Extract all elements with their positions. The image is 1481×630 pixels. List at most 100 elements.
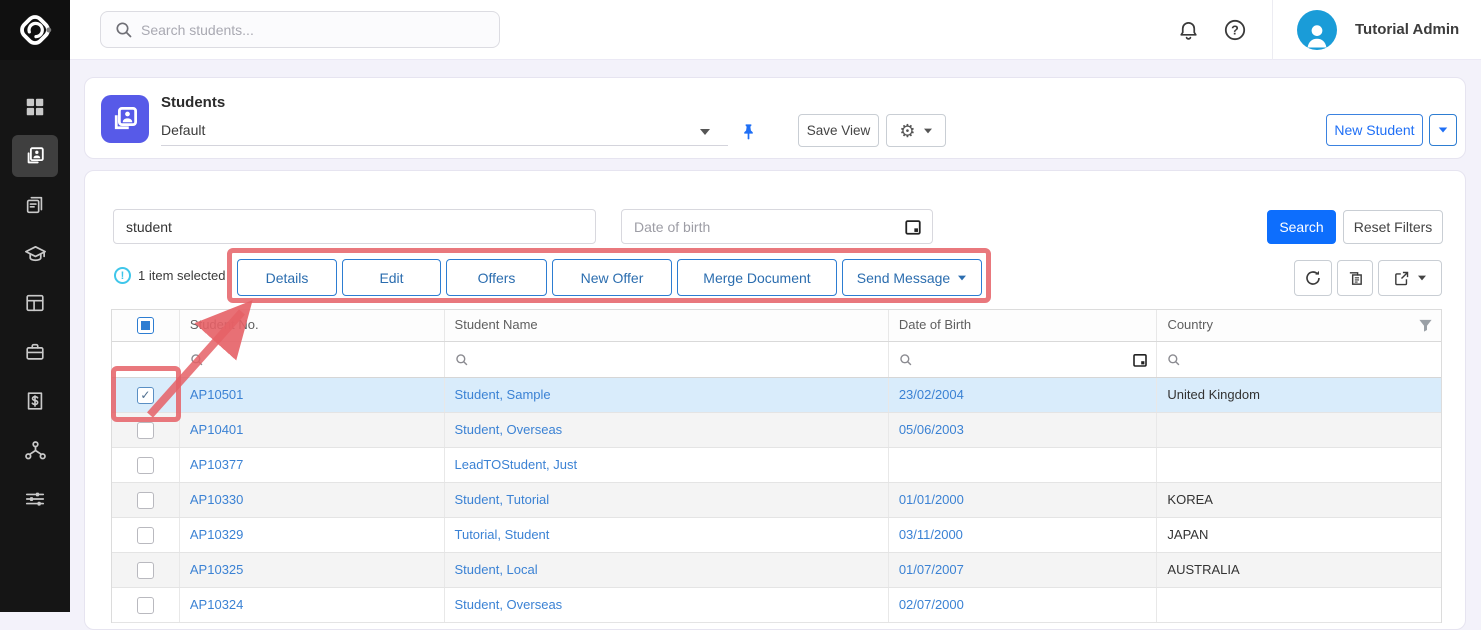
reset-filters-button[interactable]: Reset Filters xyxy=(1343,210,1443,244)
layout-icon xyxy=(24,292,46,314)
calendar-icon[interactable] xyxy=(904,218,922,236)
sidebar-item-settings[interactable] xyxy=(12,478,58,520)
filter-cell-country[interactable] xyxy=(1157,342,1441,377)
global-search-input[interactable] xyxy=(141,12,491,47)
cell-student-no[interactable]: AP10330 xyxy=(180,483,445,517)
cell-dob[interactable]: 02/07/2000 xyxy=(889,588,1158,622)
row-checkbox[interactable] xyxy=(137,492,154,509)
offers-button[interactable]: Offers xyxy=(446,259,547,296)
send-message-button[interactable]: Send Message xyxy=(842,259,982,296)
bell-icon xyxy=(1177,19,1200,42)
cell-student-no[interactable]: AP10325 xyxy=(180,553,445,587)
cell-student-name[interactable]: LeadTOStudent, Just xyxy=(445,448,889,482)
save-view-button[interactable]: Save View xyxy=(798,114,879,147)
selection-info: ! 1 item selected xyxy=(114,267,225,284)
dob-filter-input[interactable] xyxy=(622,210,892,243)
calendar-icon[interactable] xyxy=(1132,352,1148,368)
cell-student-name[interactable]: Student, Sample xyxy=(445,378,889,412)
avatar[interactable] xyxy=(1297,10,1337,50)
pin-view-button[interactable] xyxy=(735,118,761,144)
user-name[interactable]: Tutorial Admin xyxy=(1355,21,1459,38)
cell-student-name[interactable]: Tutorial, Student xyxy=(445,518,889,552)
cell-country: AUSTRALIA xyxy=(1157,553,1441,587)
sidebar-item-programs[interactable] xyxy=(12,282,58,324)
search-icon xyxy=(115,21,133,39)
row-checkbox-cell xyxy=(112,588,180,622)
cell-student-name[interactable]: Student, Tutorial xyxy=(445,483,889,517)
sidebar-item-students[interactable] xyxy=(12,135,58,177)
refresh-button[interactable] xyxy=(1294,260,1332,296)
table-row[interactable]: AP10325Student, Local01/07/2007AUSTRALIA xyxy=(112,553,1441,588)
cell-student-no[interactable]: AP10377 xyxy=(180,448,445,482)
cell-student-name[interactable]: Student, Overseas xyxy=(445,413,889,447)
table-row[interactable]: AP10330Student, Tutorial01/01/2000KOREA xyxy=(112,483,1441,518)
table-row[interactable]: AP10377LeadTOStudent, Just xyxy=(112,448,1441,483)
filter-funnel-icon[interactable] xyxy=(1418,318,1433,333)
sidebar-item-education[interactable] xyxy=(12,233,58,275)
column-header-student-no[interactable]: Student No. xyxy=(180,310,445,341)
cell-dob[interactable]: 01/01/2000 xyxy=(889,483,1158,517)
row-checkbox[interactable] xyxy=(137,422,154,439)
copy-button[interactable] xyxy=(1337,260,1373,296)
search-button[interactable]: Search xyxy=(1267,210,1336,244)
view-select[interactable]: Default xyxy=(161,118,728,146)
table-row[interactable]: ✓AP10501Student, Sample23/02/2004United … xyxy=(112,378,1441,413)
cell-student-no[interactable]: AP10501 xyxy=(180,378,445,412)
filter-cell-dob[interactable] xyxy=(889,342,1158,377)
cell-dob[interactable]: 01/07/2007 xyxy=(889,553,1158,587)
sidebar-item-workflow[interactable] xyxy=(12,429,58,471)
row-checkbox-cell xyxy=(112,413,180,447)
cell-dob[interactable]: 05/06/2003 xyxy=(889,413,1158,447)
notifications-button[interactable] xyxy=(1175,17,1201,43)
sidebar-item-finance[interactable] xyxy=(12,380,58,422)
table-row[interactable]: AP10324Student, Overseas02/07/2000 xyxy=(112,588,1441,623)
chevron-down-icon xyxy=(924,128,932,133)
row-checkbox[interactable] xyxy=(137,457,154,474)
table-header-row: Student No. Student Name Date of Birth C… xyxy=(112,310,1441,342)
help-button[interactable]: ? xyxy=(1222,17,1248,43)
cell-dob[interactable]: 03/11/2000 xyxy=(889,518,1158,552)
column-header-student-name[interactable]: Student Name xyxy=(445,310,889,341)
merge-document-button[interactable]: Merge Document xyxy=(677,259,837,296)
column-header-country[interactable]: Country xyxy=(1157,310,1441,341)
cell-dob[interactable]: 23/02/2004 xyxy=(889,378,1158,412)
search-icon xyxy=(455,353,469,367)
keyword-filter-input[interactable] xyxy=(113,209,596,244)
sidebar-item-dashboard[interactable] xyxy=(12,86,58,128)
cell-country xyxy=(1157,413,1441,447)
filter-cell-student-name[interactable] xyxy=(445,342,889,377)
export-button[interactable] xyxy=(1378,260,1442,296)
details-button[interactable]: Details xyxy=(237,259,337,296)
row-checkbox-cell xyxy=(112,448,180,482)
edit-button[interactable]: Edit xyxy=(342,259,441,296)
sidebar-item-agency[interactable] xyxy=(12,331,58,373)
table-row[interactable]: AP10329Tutorial, Student03/11/2000JAPAN xyxy=(112,518,1441,553)
filter-cell-student-no[interactable] xyxy=(180,342,445,377)
row-checkbox[interactable]: ✓ xyxy=(137,387,154,404)
app-logo[interactable] xyxy=(0,0,70,60)
select-all-checkbox[interactable] xyxy=(137,317,154,334)
cell-student-name[interactable]: Student, Local xyxy=(445,553,889,587)
row-checkbox-cell: ✓ xyxy=(112,378,180,412)
column-header-dob[interactable]: Date of Birth xyxy=(889,310,1158,341)
row-checkbox[interactable] xyxy=(137,597,154,614)
settings-sliders-icon xyxy=(24,488,46,510)
new-student-menu-button[interactable] xyxy=(1429,114,1457,146)
new-student-label: New Student xyxy=(1334,122,1414,138)
cell-country: KOREA xyxy=(1157,483,1441,517)
cell-student-name[interactable]: Student, Overseas xyxy=(445,588,889,622)
cell-student-no[interactable]: AP10324 xyxy=(180,588,445,622)
briefcase-icon xyxy=(24,341,46,363)
view-settings-button[interactable]: ⚙ xyxy=(886,114,946,147)
sidebar-item-documents[interactable] xyxy=(12,184,58,226)
view-select-value: Default xyxy=(161,122,205,138)
table-row[interactable]: AP10401Student, Overseas05/06/2003 xyxy=(112,413,1441,448)
cell-student-no[interactable]: AP10329 xyxy=(180,518,445,552)
search-icon xyxy=(899,353,913,367)
gear-icon: ⚙ xyxy=(899,122,915,140)
new-offer-button[interactable]: New Offer xyxy=(552,259,672,296)
row-checkbox[interactable] xyxy=(137,527,154,544)
row-checkbox[interactable] xyxy=(137,562,154,579)
cell-student-no[interactable]: AP10401 xyxy=(180,413,445,447)
new-student-button[interactable]: New Student xyxy=(1326,114,1423,146)
